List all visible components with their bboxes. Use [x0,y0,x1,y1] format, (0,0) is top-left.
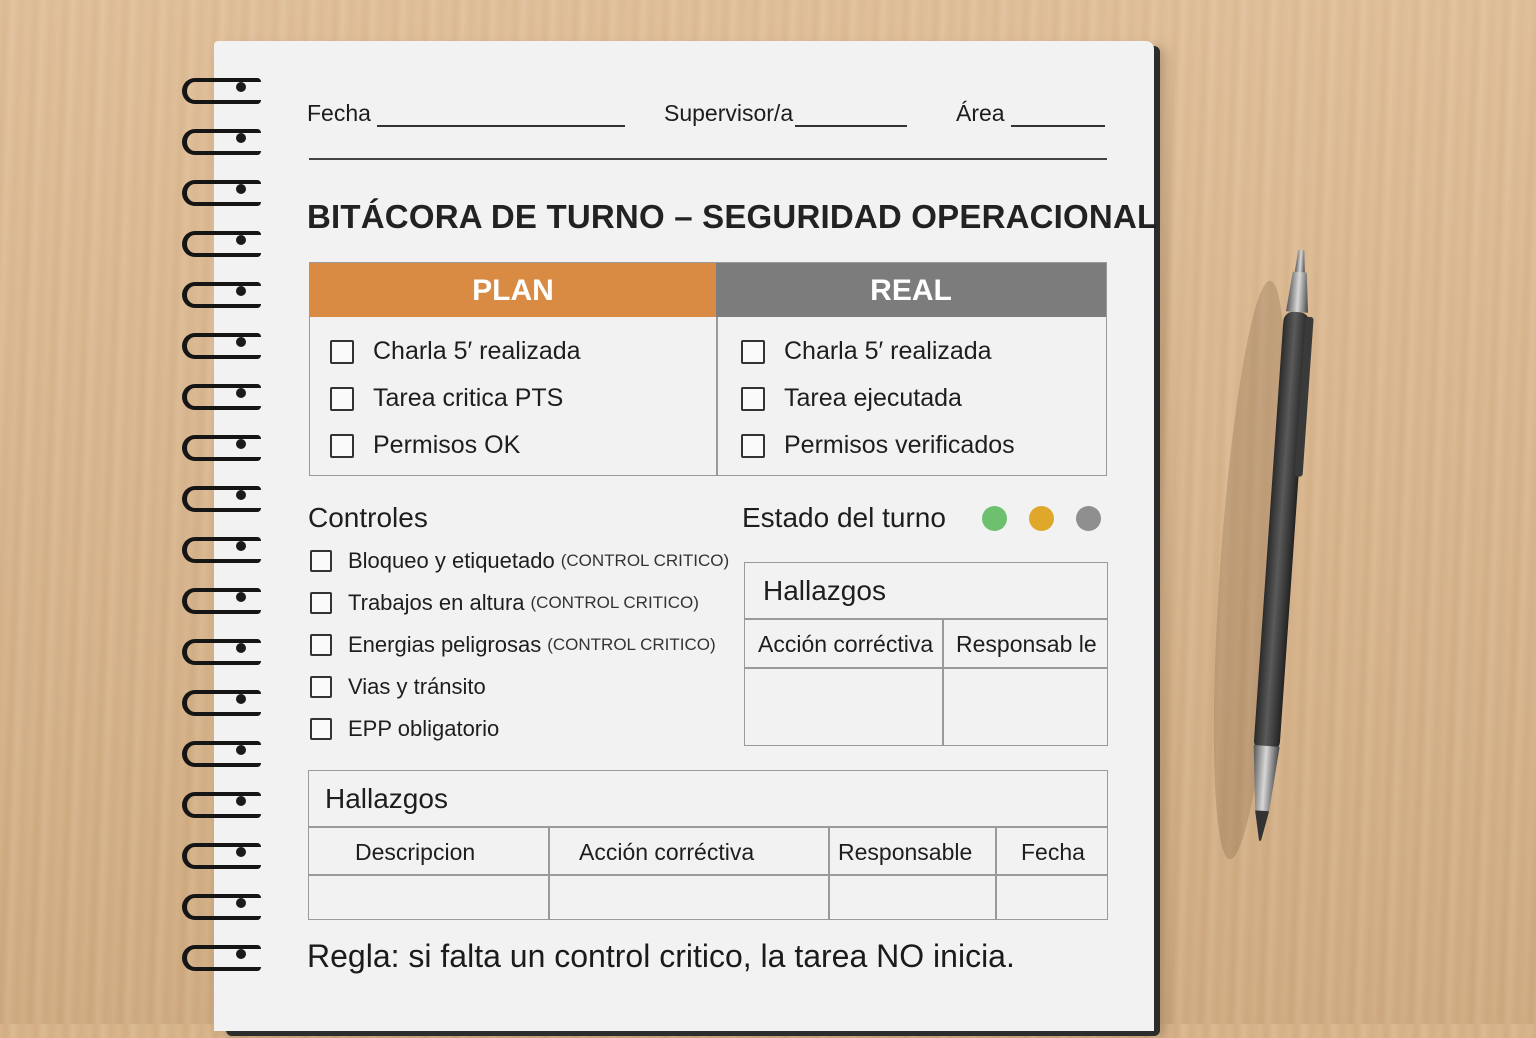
control-critico-note: (CONTROL CRITICO) [547,635,716,654]
plan-header: PLAN [310,263,716,317]
column-header: Responsab le [956,631,1097,657]
fecha-field[interactable]: Fecha [307,100,625,127]
area-blank-line[interactable] [1010,103,1105,127]
fecha-blank-line[interactable] [376,103,625,127]
spiral-ring [178,737,261,767]
supervisor-blank-line[interactable] [795,103,908,127]
column-header: Fecha [1021,839,1085,865]
plan-item-label: Tarea critica PTS [373,384,564,412]
real-item[interactable]: Tarea ejecutada [741,384,962,413]
spiral-ring [178,533,261,563]
control-critico-note: (CONTROL CRITICO) [560,551,730,570]
control-item-label: Trabajos en altura [348,590,525,615]
area-label: Área [956,100,1005,126]
control-item-label: Bloqueo y etiquetado [348,548,555,573]
table-line [745,618,1107,620]
plan-real-divider [716,317,718,475]
real-item[interactable]: Charla 5′ realizada [741,337,992,366]
spiral-ring [178,482,261,512]
plan-item-label: Charla 5′ realizada [373,337,581,365]
spiral-ring [178,227,261,257]
estado-title: Estado del turno [742,502,946,533]
spiral-ring [178,635,261,665]
status-dot-green[interactable] [982,506,1007,531]
column-header: Acción corréctiva [579,839,755,865]
table-cell[interactable] [745,669,941,745]
rule-text: Regla: si falta un control critico, la t… [307,938,1015,974]
spiral-ring [178,890,261,920]
table-cell[interactable] [550,876,827,918]
status-dot-gray[interactable] [1076,506,1101,531]
table-cell[interactable] [997,876,1106,918]
checkbox[interactable] [310,676,332,698]
checkbox[interactable] [330,386,354,411]
hallazgos-table: Hallazgos Descripcion Acción corréctiva … [308,770,1108,920]
control-item[interactable]: Trabajos en altura (CONTROL CRITICO) [310,590,699,616]
plan-item[interactable]: Tarea critica PTS [330,384,563,413]
area-field[interactable]: Área [956,100,1105,127]
plan-real-table: PLAN REAL Charla 5′ realizada Tarea crit… [309,262,1107,476]
control-item[interactable]: Bloqueo y etiquetado (CONTROL CRITICO) [310,548,729,574]
spiral-ring [178,380,261,410]
real-item[interactable]: Permisos verificados [741,431,1015,460]
real-item-label: Tarea ejecutada [784,384,962,412]
plan-item[interactable]: Permisos OK [330,431,520,460]
spiral-ring [178,125,261,155]
spiral-ring [178,941,261,971]
real-header: REAL [716,263,1106,317]
real-item-label: Permisos verificados [784,431,1015,459]
plan-item-label: Permisos OK [373,431,521,459]
checkbox[interactable] [741,433,765,458]
table-cell[interactable] [830,876,994,918]
hallazgos-title: Hallazgos [325,783,448,814]
checkbox[interactable] [741,386,765,411]
spiral-ring [178,431,261,461]
hallazgos-small-table: Hallazgos Acción corréctiva Responsab le [744,562,1108,746]
fecha-label: Fecha [307,100,371,126]
spiral-ring [178,686,261,716]
plan-item[interactable]: Charla 5′ realizada [330,337,581,366]
table-cell[interactable] [944,669,1106,745]
control-item-label: EPP obligatorio [348,716,500,741]
hallazgos-small-title: Hallazgos [763,575,886,606]
spiral-ring [178,839,261,869]
column-header: Descripcion [355,839,476,865]
spiral-ring [178,74,261,104]
spiral-binding [178,70,261,971]
real-item-label: Charla 5′ realizada [784,337,992,365]
checkbox[interactable] [310,550,332,572]
control-item[interactable]: Energias peligrosas (CONTROL CRITICO) [310,632,716,658]
checkbox[interactable] [330,433,354,458]
spiral-ring [178,329,261,359]
spiral-ring [178,176,261,206]
supervisor-label: Supervisor/a [664,100,794,126]
spiral-ring [178,584,261,614]
status-dot-yellow[interactable] [1029,506,1054,531]
checkbox[interactable] [330,339,354,364]
spiral-ring [178,788,261,818]
control-critico-note: (CONTROL CRITICO) [530,593,699,612]
table-line [309,826,1107,828]
checkbox[interactable] [310,634,332,656]
control-item[interactable]: EPP obligatorio [310,716,499,742]
column-header: Responsable [838,839,973,865]
control-item[interactable]: Vias y tránsito [310,674,486,700]
column-header: Acción corréctiva [758,631,934,657]
controles-title: Controles [308,502,428,533]
page-title: BITÁCORA DE TURNO – SEGURIDAD OPERACIONA… [307,198,1158,235]
control-item-label: Energias peligrosas [348,632,542,657]
table-cell[interactable] [309,876,547,918]
pen [1180,240,1340,860]
checkbox[interactable] [310,718,332,740]
spiral-ring [178,278,261,308]
header-divider [309,158,1107,160]
supervisor-field[interactable]: Supervisor/a [664,100,908,127]
checkbox[interactable] [741,339,765,364]
checkbox[interactable] [310,592,332,614]
control-item-label: Vias y tránsito [348,674,486,699]
